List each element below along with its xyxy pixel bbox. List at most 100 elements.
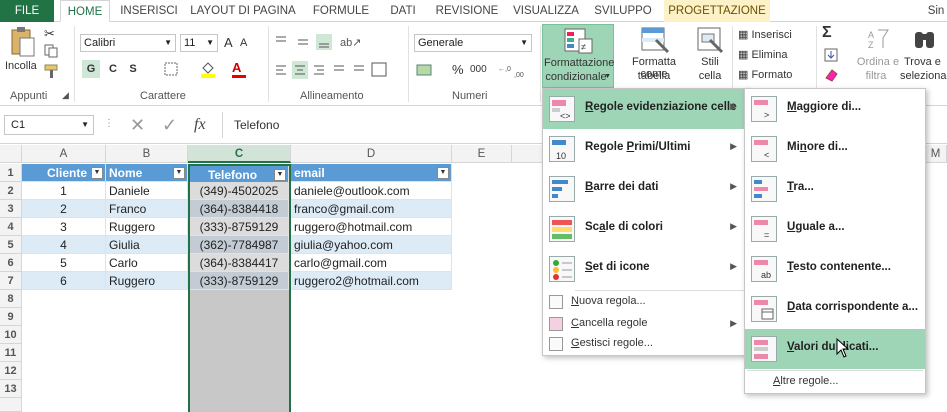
tab-formulas[interactable]: FORMULE <box>308 0 374 22</box>
column-header-c[interactable]: C <box>188 145 291 163</box>
filter-dropdown-icon[interactable]: ▼ <box>173 167 185 179</box>
column-header-d[interactable]: D <box>291 145 452 163</box>
tab-file[interactable]: FILE <box>0 0 54 22</box>
user-name[interactable]: Sin <box>925 0 947 22</box>
submenu-item-greater-than[interactable]: > Maggiore di... <box>745 89 925 129</box>
table-cell[interactable]: 4 <box>22 236 106 254</box>
insert-cells-button[interactable]: ▦ Inserisci <box>738 28 792 41</box>
cancel-icon[interactable]: ✕ <box>130 115 145 136</box>
sort-filter-button[interactable]: AZ Ordina e filtra <box>857 26 899 88</box>
tab-developer[interactable]: SVILUPPO <box>590 0 656 22</box>
font-color-icon[interactable]: A <box>232 60 248 78</box>
font-name-select[interactable]: Calibri ▼ <box>80 34 176 52</box>
column-header-m[interactable]: M <box>925 145 947 163</box>
submenu-item-text-contains[interactable]: ab Testo contenente... <box>745 249 925 289</box>
menu-item-clear-rules[interactable]: Cancella regole ▶ <box>543 313 747 335</box>
clear-icon[interactable] <box>824 68 838 82</box>
row-header-12[interactable]: 12 <box>0 362 22 380</box>
thousands-button[interactable]: 000 <box>470 64 487 75</box>
table-cell[interactable]: (333)-8759129 <box>190 218 289 236</box>
currency-icon[interactable] <box>416 62 440 78</box>
row-header-5[interactable]: 5 <box>0 236 22 254</box>
table-cell[interactable]: 3 <box>22 218 106 236</box>
select-all-corner[interactable] <box>0 145 22 163</box>
font-size-select[interactable]: 11 ▼ <box>180 34 218 52</box>
table-cell[interactable]: 6 <box>22 272 106 290</box>
submenu-item-between[interactable]: Tra... <box>745 169 925 209</box>
conditional-formatting-button[interactable]: ≠ Formattazione condizionale ▼ <box>542 24 614 88</box>
format-as-table-button[interactable]: Formatta come tabella <box>618 26 690 88</box>
table-cell[interactable]: Giulia <box>106 236 188 254</box>
grow-font-button[interactable]: A <box>224 35 233 50</box>
row-header-11[interactable]: 11 <box>0 344 22 362</box>
row-header-8[interactable]: 8 <box>0 290 22 308</box>
filter-dropdown-icon[interactable]: ▼ <box>437 167 449 179</box>
table-cell[interactable]: (364)-8384418 <box>190 200 289 218</box>
row-header-1[interactable]: 1 <box>0 164 22 182</box>
submenu-item-less-than[interactable]: < Minore di... <box>745 129 925 169</box>
table-cell[interactable]: Franco <box>106 200 188 218</box>
table-header-email[interactable]: email ▼ <box>291 164 452 182</box>
menu-item-new-rule[interactable]: Nuova regola... <box>543 291 747 313</box>
table-header-nome[interactable]: Nome ▼ <box>106 164 188 182</box>
tab-design[interactable]: PROGETTAZIONE <box>664 0 770 22</box>
table-cell[interactable]: Ruggero <box>106 218 188 236</box>
row-header-3[interactable]: 3 <box>0 200 22 218</box>
submenu-item-duplicate-values[interactable]: Valori duplicati... <box>745 329 925 369</box>
fill-icon[interactable] <box>824 48 838 62</box>
number-format-select[interactable]: Generale ▼ <box>414 34 532 52</box>
menu-item-color-scales[interactable]: Scale di colori ▶ <box>543 209 747 249</box>
filter-dropdown-icon[interactable]: ▼ <box>274 169 286 181</box>
menu-item-manage-rules[interactable]: Gestisci regole... <box>543 333 747 355</box>
decimal-icons[interactable]: ←,0,00 <box>498 62 530 79</box>
tab-home[interactable]: HOME <box>60 0 110 22</box>
row-header-2[interactable]: 2 <box>0 182 22 200</box>
submenu-item-more-rules[interactable]: Altre regole... <box>745 371 925 393</box>
tab-review[interactable]: REVISIONE <box>434 0 500 22</box>
table-cell[interactable]: (349)-4502025 <box>190 182 289 200</box>
table-cell[interactable]: 1 <box>22 182 106 200</box>
alignment-bottom-buttons[interactable] <box>272 60 392 80</box>
submenu-item-equal-to[interactable]: = Uguale a... <box>745 209 925 249</box>
menu-item-highlight-rules[interactable]: <> Regole evidenziazione celle ▶ <box>543 89 747 129</box>
menu-item-top-bottom-rules[interactable]: 10 Regole Primi/Ultimi ▶ <box>543 129 747 169</box>
alignment-top-buttons[interactable]: ab↗ <box>272 32 382 52</box>
table-cell[interactable]: Daniele <box>106 182 188 200</box>
table-cell[interactable]: ruggero@hotmail.com <box>291 218 452 236</box>
enter-icon[interactable]: ✓ <box>162 115 177 136</box>
table-cell[interactable]: 2 <box>22 200 106 218</box>
row-header-10[interactable]: 10 <box>0 326 22 344</box>
submenu-item-date-occurring[interactable]: Data corrispondente a... <box>745 289 925 329</box>
table-header-cliente[interactable]: Cliente ▼ <box>22 164 106 182</box>
table-cell[interactable]: daniele@outlook.com <box>291 182 452 200</box>
row-header-6[interactable]: 6 <box>0 254 22 272</box>
menu-item-icon-sets[interactable]: Set di icone ▶ <box>543 249 747 289</box>
row-header-4[interactable]: 4 <box>0 218 22 236</box>
tab-insert[interactable]: INSERISCI <box>118 0 180 22</box>
find-select-button[interactable]: Trova e seleziona <box>900 26 947 88</box>
menu-item-data-bars[interactable]: Barre dei dati ▶ <box>543 169 747 209</box>
insert-function-button[interactable]: fx <box>194 116 206 134</box>
filter-dropdown-icon[interactable]: ▼ <box>91 167 103 179</box>
column-header-e[interactable]: E <box>452 145 512 163</box>
table-cell[interactable]: Ruggero <box>106 272 188 290</box>
row-header-9[interactable]: 9 <box>0 308 22 326</box>
column-header-b[interactable]: B <box>106 145 188 163</box>
clipboard-launcher-icon[interactable]: ◢ <box>62 90 69 101</box>
tab-view[interactable]: VISUALIZZA <box>508 0 584 22</box>
table-cell[interactable]: carlo@gmail.com <box>291 254 452 272</box>
tab-page-layout[interactable]: LAYOUT DI PAGINA <box>188 0 298 22</box>
table-cell[interactable]: giulia@yahoo.com <box>291 236 452 254</box>
shrink-font-button[interactable]: A <box>240 37 247 49</box>
table-cell[interactable]: (333)-8759129 <box>190 272 289 290</box>
fill-color-icon[interactable] <box>200 60 216 78</box>
formula-input[interactable]: Telefono <box>234 118 279 132</box>
format-cells-button[interactable]: ▦ Formato <box>738 68 792 81</box>
name-box[interactable]: C1 ▼ <box>4 115 94 135</box>
copy-icon[interactable] <box>44 44 58 58</box>
table-cell[interactable]: franco@gmail.com <box>291 200 452 218</box>
row-header-14[interactable] <box>0 398 22 412</box>
column-header-f[interactable] <box>512 145 544 163</box>
autosum-button[interactable]: Σ <box>822 24 832 42</box>
table-cell[interactable]: (364)-8384417 <box>190 254 289 272</box>
